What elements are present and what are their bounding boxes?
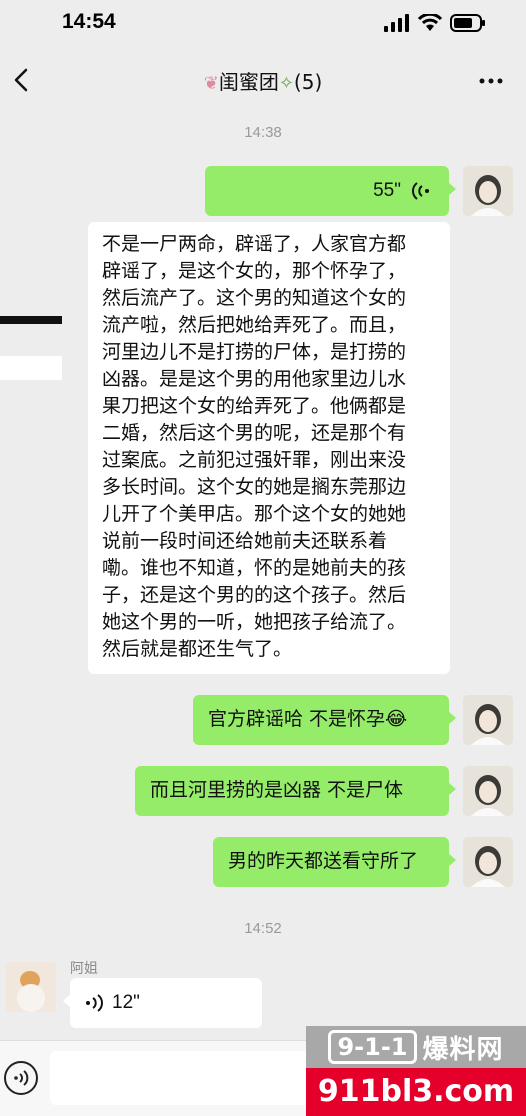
watermark-url: 911bl3.com: [306, 1068, 526, 1116]
avatar-image: [463, 766, 513, 816]
my-avatar[interactable]: [463, 695, 513, 745]
status-bar: 14:54: [0, 0, 526, 48]
watermark-header: 9-1-1 爆料网: [306, 1026, 526, 1068]
outgoing-text-message[interactable]: 官方辟谣哈 不是怀孕😂: [193, 695, 456, 745]
avatar-image: [463, 837, 513, 887]
status-time: 14:54: [62, 10, 116, 33]
my-avatar[interactable]: [463, 837, 513, 887]
incoming-text-message[interactable]: 不是一尸两命，辟谣了，人家官方都 辟谣了，是这个女的，那个怀孕了， 然后流产了。…: [88, 222, 450, 674]
incoming-voice-message[interactable]: 12": [63, 978, 262, 1028]
my-avatar[interactable]: [463, 766, 513, 816]
outgoing-text-message[interactable]: 而且河里捞的是凶器 不是尸体: [135, 766, 456, 816]
voice-input-toggle[interactable]: [4, 1061, 38, 1095]
watermark-logo: 9-1-1: [328, 1030, 417, 1064]
timestamp: 14:38: [244, 124, 282, 141]
group-name: 闺蜜团: [218, 70, 279, 94]
avatar-image: [463, 166, 513, 216]
voice-wave-icon: [412, 182, 429, 200]
outgoing-text-message[interactable]: 男的昨天都送看守所了: [213, 837, 456, 887]
message-input[interactable]: [50, 1051, 320, 1105]
sender-name: 阿姐: [70, 961, 98, 977]
more-dots-icon: [479, 78, 503, 84]
overlay-panel: [0, 356, 62, 380]
timestamp: 14:52: [244, 920, 282, 937]
avatar-image: [463, 695, 513, 745]
voice-duration: 12": [112, 992, 140, 1013]
message-text: 官方辟谣哈 不是怀孕😂: [208, 708, 408, 730]
outgoing-voice-message[interactable]: 55": [205, 166, 456, 216]
watermark-name: 爆料网: [422, 1034, 504, 1065]
overlay-bar: [0, 316, 62, 324]
battery-icon: [450, 14, 485, 32]
member-count: (5): [293, 70, 323, 94]
voice-wave-icon: [86, 994, 103, 1012]
message-text: 而且河里捞的是凶器 不是尸体: [150, 779, 404, 801]
my-avatar[interactable]: [463, 166, 513, 216]
signal-icon: [384, 14, 409, 32]
voice-duration: 55": [373, 180, 401, 201]
voice-mode-icon: [14, 1070, 29, 1086]
fairy-emoji-icon: ✧: [278, 73, 294, 94]
avatar-image: [6, 962, 56, 1012]
watermark: 9-1-1 爆料网 911bl3.com: [306, 1026, 526, 1116]
more-button[interactable]: [476, 66, 506, 96]
ribbon-emoji-icon: ❦: [203, 73, 219, 94]
message-text: 男的昨天都送看守所了: [228, 850, 419, 872]
nav-bar: ❦闺蜜团✧(5): [0, 50, 526, 110]
chat-title: ❦闺蜜团✧(5): [0, 66, 526, 95]
wifi-icon: [418, 14, 442, 31]
sender-avatar[interactable]: [6, 962, 56, 1012]
status-icons: [384, 14, 486, 32]
message-text: 不是一尸两命，辟谣了，人家官方都 辟谣了，是这个女的，那个怀孕了， 然后流产了。…: [102, 233, 407, 660]
